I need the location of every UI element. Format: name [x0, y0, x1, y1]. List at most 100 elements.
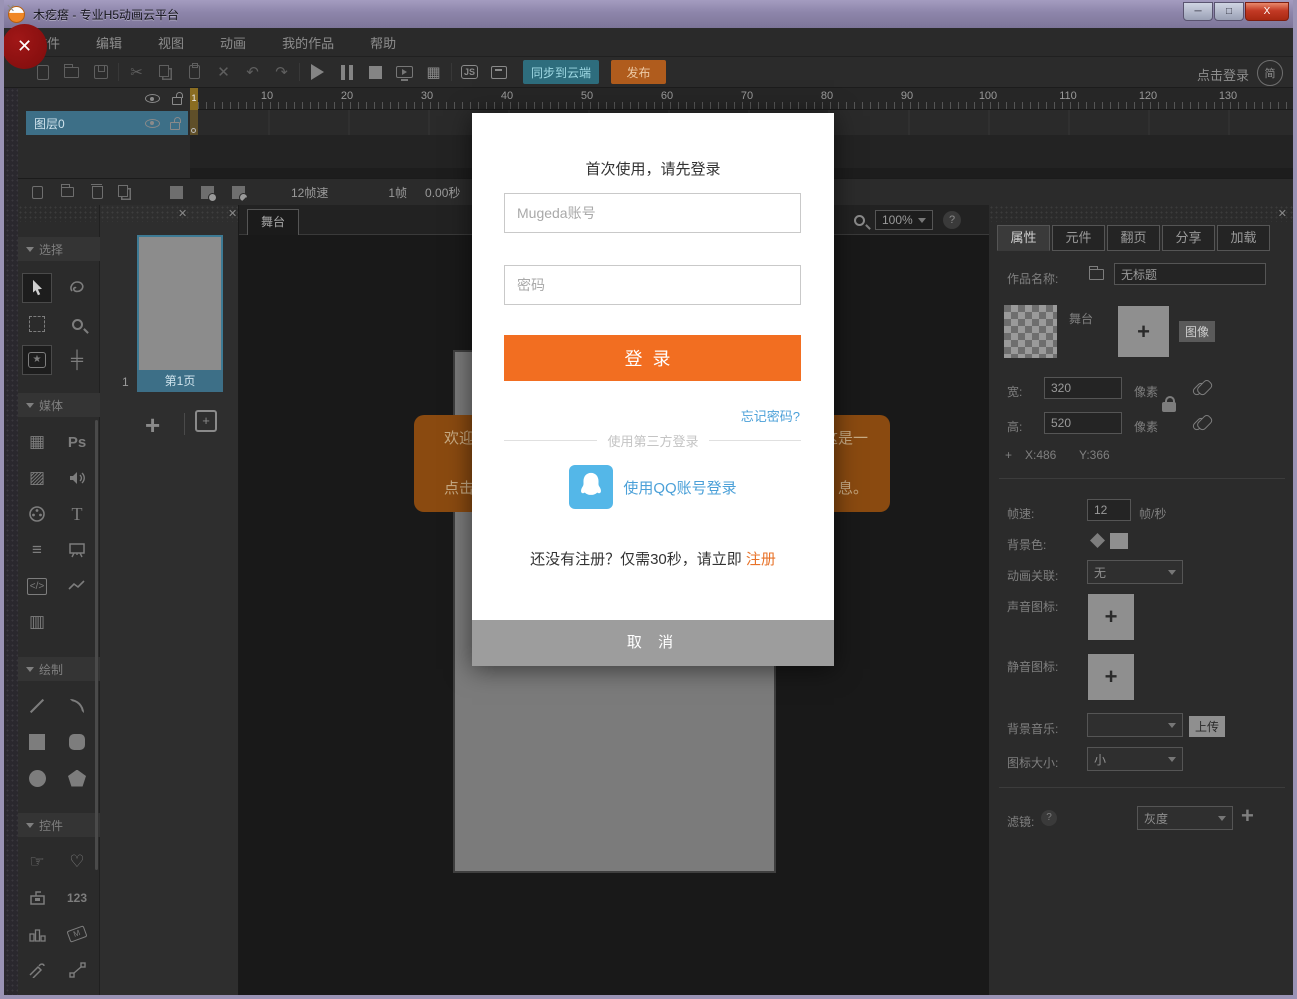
- widget-ticket[interactable]: M: [62, 919, 92, 949]
- insert-blank-keyframe-icon[interactable]: [232, 186, 245, 199]
- paint-bucket-icon[interactable]: [1090, 533, 1105, 548]
- device-icon[interactable]: [484, 61, 513, 83]
- menu-my-works[interactable]: 我的作品: [282, 33, 334, 52]
- stage-tab[interactable]: 舞台: [247, 209, 299, 235]
- new-layer-icon[interactable]: [32, 186, 43, 199]
- cut-icon[interactable]: ✂: [122, 61, 151, 83]
- tool-rectangle[interactable]: [22, 727, 52, 757]
- help-icon[interactable]: ?: [943, 211, 961, 229]
- tool-zoom[interactable]: [62, 309, 92, 339]
- notification-close-badge[interactable]: ✕: [2, 24, 47, 69]
- qq-login-button[interactable]: 使用QQ账号登录: [472, 465, 834, 509]
- tool-rounded-rect[interactable]: [62, 727, 92, 757]
- tool-line[interactable]: [22, 691, 52, 721]
- tool-panorama[interactable]: ▥: [22, 607, 52, 637]
- widget-counter[interactable]: 123: [62, 883, 92, 913]
- language-toggle-icon[interactable]: 简: [1257, 60, 1283, 86]
- widget-connector[interactable]: [62, 955, 92, 985]
- delete-icon[interactable]: ✕: [209, 61, 238, 83]
- widget-gesture[interactable]: ☞: [22, 847, 52, 877]
- section-widgets[interactable]: 控件: [18, 813, 100, 837]
- tab-symbols[interactable]: 元件: [1052, 225, 1105, 251]
- tab-properties[interactable]: 属性: [997, 225, 1050, 251]
- tool-cursor[interactable]: [22, 273, 52, 303]
- tool-code[interactable]: </>: [22, 571, 52, 601]
- insert-keyframe-icon[interactable]: [201, 186, 214, 199]
- maximize-button[interactable]: □: [1214, 2, 1244, 21]
- pause-icon[interactable]: [332, 61, 361, 83]
- cancel-button[interactable]: 取 消: [472, 620, 834, 666]
- bg-music-select[interactable]: [1087, 713, 1183, 737]
- mute-icon-add-button[interactable]: +: [1087, 653, 1135, 701]
- minimize-button[interactable]: ─: [1183, 2, 1213, 21]
- widget-ranking[interactable]: [22, 919, 52, 949]
- tool-components[interactable]: ▦: [22, 427, 52, 457]
- stage-zoom-icon[interactable]: [854, 215, 865, 226]
- work-name-input[interactable]: [1114, 263, 1266, 285]
- height-link-icon[interactable]: [1191, 416, 1207, 432]
- layer-visibility-icon[interactable]: [145, 119, 160, 128]
- widget-like[interactable]: ♡: [62, 847, 92, 877]
- width-link-icon[interactable]: [1191, 381, 1207, 397]
- page-label[interactable]: 第1页: [137, 370, 223, 392]
- tool-video[interactable]: [22, 499, 52, 529]
- timeline-close-icon[interactable]: ✕: [6, 2, 15, 15]
- upload-button[interactable]: 上传: [1189, 716, 1225, 737]
- forgot-password-link[interactable]: 忘记密码?: [741, 406, 800, 425]
- keyframe-dot[interactable]: [191, 128, 196, 133]
- anim-link-select[interactable]: 无: [1087, 560, 1183, 584]
- tool-curve[interactable]: [62, 691, 92, 721]
- fps-input[interactable]: [1087, 499, 1131, 521]
- section-draw[interactable]: 绘制: [18, 657, 100, 681]
- close-button[interactable]: X: [1245, 2, 1289, 21]
- menu-edit[interactable]: 编辑: [96, 33, 122, 52]
- page-thumbnail[interactable]: [137, 235, 223, 392]
- width-input[interactable]: [1044, 377, 1122, 399]
- tool-image[interactable]: ▨: [22, 463, 52, 493]
- playhead[interactable]: 1: [190, 88, 198, 110]
- icon-size-select[interactable]: 小: [1087, 747, 1183, 771]
- layer-name[interactable]: 图层0: [34, 115, 145, 132]
- timeline-ruler[interactable]: 10 20 30 40 50 60 70 80 90 100 110 120 1…: [190, 88, 1297, 110]
- sound-icon-add-button[interactable]: +: [1087, 593, 1135, 641]
- tools-panel-close-icon[interactable]: ✕: [178, 207, 187, 220]
- tool-circle[interactable]: [22, 763, 52, 793]
- stop-icon[interactable]: [361, 61, 390, 83]
- tab-loading[interactable]: 加载: [1217, 225, 1270, 251]
- lock-all-icon[interactable]: [172, 97, 182, 105]
- zoom-level-select[interactable]: 100%: [875, 210, 933, 230]
- layer-row[interactable]: 图层0: [26, 111, 188, 135]
- password-input[interactable]: [504, 265, 801, 305]
- menu-help[interactable]: 帮助: [370, 33, 396, 52]
- props-panel-close-icon[interactable]: ✕: [1278, 207, 1287, 220]
- tool-board[interactable]: [62, 535, 92, 565]
- tab-paging[interactable]: 翻页: [1107, 225, 1160, 251]
- tool-text[interactable]: T: [62, 499, 92, 529]
- add-filter-button[interactable]: +: [1241, 803, 1254, 829]
- section-select[interactable]: 选择: [18, 237, 100, 261]
- duplicate-layer-icon[interactable]: [121, 188, 128, 197]
- filter-select[interactable]: 灰度: [1137, 806, 1233, 830]
- tool-polygon[interactable]: [62, 763, 92, 793]
- undo-icon[interactable]: ↶: [238, 61, 267, 83]
- visibility-all-icon[interactable]: [145, 94, 160, 103]
- delete-layer-icon[interactable]: [92, 186, 103, 199]
- tool-lasso[interactable]: [62, 273, 92, 303]
- menu-animation[interactable]: 动画: [220, 33, 246, 52]
- register-link[interactable]: 注册: [746, 551, 776, 568]
- tool-chart[interactable]: [62, 571, 92, 601]
- add-page-button[interactable]: +: [145, 410, 160, 441]
- tab-share[interactable]: 分享: [1162, 225, 1215, 251]
- tool-symbol[interactable]: ★: [22, 345, 52, 375]
- tool-audio[interactable]: [62, 463, 92, 493]
- js-icon[interactable]: JS: [455, 61, 484, 83]
- tools-scrollbar[interactable]: [95, 420, 98, 870]
- section-media[interactable]: 媒体: [18, 393, 100, 417]
- aspect-lock-icon[interactable]: [1162, 402, 1176, 412]
- height-input[interactable]: [1044, 412, 1122, 434]
- tool-transform[interactable]: [22, 309, 52, 339]
- login-hint-text[interactable]: 点击登录: [1197, 65, 1249, 84]
- login-button[interactable]: 登录: [504, 335, 801, 381]
- stage-color-swatch[interactable]: [1004, 305, 1057, 358]
- bg-color-swatch[interactable]: [1110, 533, 1128, 549]
